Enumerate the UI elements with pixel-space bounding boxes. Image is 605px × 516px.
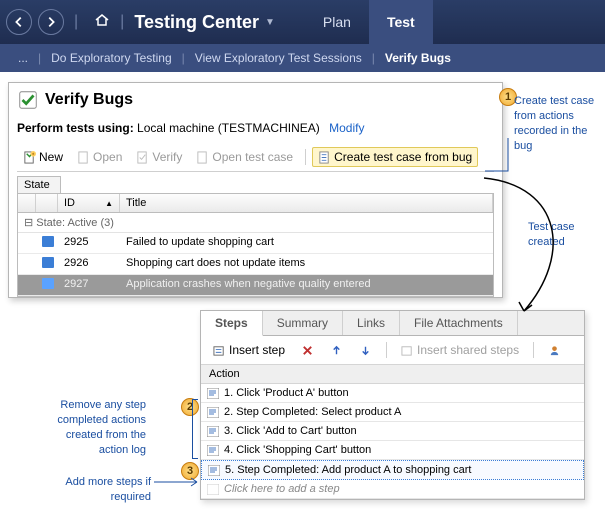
tab-summary[interactable]: Summary bbox=[263, 311, 343, 335]
step-row-selected[interactable]: 5. Step Completed: Add product A to shop… bbox=[201, 460, 584, 480]
app-brand: Testing Center bbox=[134, 12, 259, 33]
add-step-hint[interactable]: Click here to add a step bbox=[201, 480, 584, 499]
app-topbar: | | Testing Center ▼ Plan Test bbox=[0, 0, 605, 44]
toolbar-sep bbox=[305, 149, 306, 165]
sort-asc-icon: ▲ bbox=[105, 199, 113, 208]
callout-text-mid: Test case created bbox=[528, 220, 598, 250]
topbar-sep2: | bbox=[120, 13, 124, 31]
subnav-view-sessions[interactable]: View Exploratory Test Sessions bbox=[185, 51, 372, 65]
verify-button[interactable]: Verify bbox=[130, 147, 188, 167]
callout-text-1: Create test case from actions recorded i… bbox=[514, 94, 600, 153]
subnav: ... | Do Exploratory Testing | View Expl… bbox=[0, 44, 605, 72]
callout-text-2: Remove any step completed actions create… bbox=[36, 398, 146, 457]
delete-step-icon[interactable] bbox=[295, 341, 320, 360]
insert-shared-steps-button[interactable]: Insert shared steps bbox=[395, 340, 525, 360]
tab-links[interactable]: Links bbox=[343, 311, 400, 335]
person-icon[interactable] bbox=[542, 341, 567, 360]
bugs-grid: ID▲ Title ⊟ State: Active (3) 2925 Faile… bbox=[17, 193, 494, 297]
subnav-more[interactable]: ... bbox=[8, 51, 38, 65]
brand-dropdown-icon[interactable]: ▼ bbox=[265, 17, 275, 28]
back-button[interactable] bbox=[6, 9, 32, 35]
perform-tests-line: Perform tests using: Local machine (TEST… bbox=[17, 121, 494, 135]
step-row[interactable]: 1. Click 'Product A' button bbox=[201, 384, 584, 403]
tab-plan[interactable]: Plan bbox=[305, 0, 369, 44]
tab-file-attachments[interactable]: File Attachments bbox=[400, 311, 518, 335]
move-up-icon[interactable] bbox=[324, 341, 349, 360]
steps-tabs: Steps Summary Links File Attachments bbox=[201, 311, 584, 336]
grid-col-id[interactable]: ID▲ bbox=[58, 194, 120, 212]
grid-col-title[interactable]: Title bbox=[120, 194, 493, 212]
svg-text:✶: ✶ bbox=[31, 151, 35, 156]
move-down-icon[interactable] bbox=[353, 341, 378, 360]
open-button[interactable]: Open bbox=[71, 147, 128, 167]
callout-bracket-2 bbox=[192, 399, 198, 459]
tab-steps[interactable]: Steps bbox=[201, 311, 263, 336]
perform-value: Local machine (TESTMACHINEA) bbox=[137, 121, 320, 135]
callout-text-3: Add more steps if required bbox=[56, 475, 151, 505]
steps-toolbar: Insert step Insert shared steps bbox=[201, 336, 584, 365]
forward-button[interactable] bbox=[38, 9, 64, 35]
home-icon[interactable] bbox=[94, 12, 110, 33]
step-row[interactable]: 2. Step Completed: Select product A bbox=[201, 403, 584, 422]
steps-panel: Steps Summary Links File Attachments Ins… bbox=[200, 310, 585, 500]
perform-label: Perform tests using: bbox=[17, 121, 134, 135]
action-column-header: Action bbox=[201, 365, 584, 384]
subnav-verify-bugs[interactable]: Verify Bugs bbox=[375, 51, 461, 65]
state-filter-header[interactable]: State bbox=[17, 176, 61, 193]
panel-title: Verify Bugs bbox=[45, 91, 133, 109]
new-button[interactable]: ✶ New bbox=[17, 147, 69, 167]
open-test-case-button[interactable]: Open test case bbox=[190, 147, 299, 167]
table-row[interactable]: 2926 Shopping cart does not update items bbox=[18, 254, 493, 275]
modify-link[interactable]: Modify bbox=[329, 121, 364, 135]
create-test-case-from-bug-button[interactable]: Create test case from bug bbox=[312, 147, 478, 167]
table-row[interactable]: 2925 Failed to update shopping cart bbox=[18, 233, 493, 254]
checkmark-icon bbox=[17, 89, 39, 111]
tab-test[interactable]: Test bbox=[369, 0, 433, 44]
verify-bugs-panel: Verify Bugs Perform tests using: Local m… bbox=[8, 82, 503, 298]
step-row[interactable]: 3. Click 'Add to Cart' button bbox=[201, 422, 584, 441]
table-row-selected[interactable]: 2927 Application crashes when negative q… bbox=[18, 275, 493, 296]
callout-badge-3: 3 bbox=[181, 462, 199, 480]
group-row-active[interactable]: ⊟ State: Active (3) bbox=[18, 213, 493, 233]
step-row[interactable]: 4. Click 'Shopping Cart' button bbox=[201, 441, 584, 460]
insert-step-button[interactable]: Insert step bbox=[207, 340, 291, 360]
panel-toolbar: ✶ New Open Verify Open test case Create … bbox=[17, 143, 494, 172]
subnav-exploratory[interactable]: Do Exploratory Testing bbox=[41, 51, 182, 65]
grid-col-icon bbox=[36, 194, 58, 212]
topbar-sep: | bbox=[74, 13, 78, 31]
grid-col-expander bbox=[18, 194, 36, 212]
